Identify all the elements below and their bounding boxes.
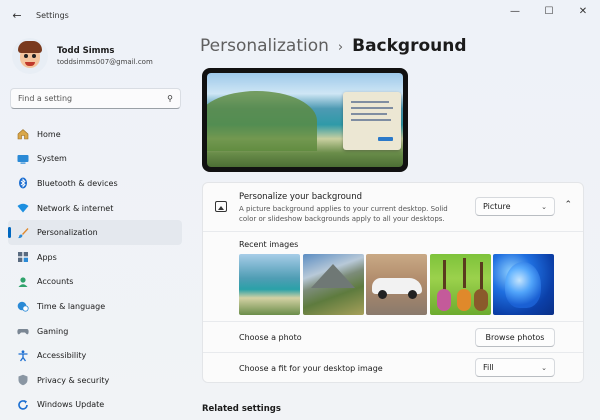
background-settings-card: Personalize your background A picture ba… <box>202 182 584 383</box>
sidebar-item-home[interactable]: Home <box>8 122 182 147</box>
user-profile[interactable]: Todd Simms toddsimms007@gmail.com <box>12 38 153 74</box>
sidebar-item-system[interactable]: System <box>8 147 182 172</box>
picture-icon <box>215 201 227 212</box>
sidebar-item-label: Home <box>37 129 61 139</box>
apps-icon <box>16 251 29 264</box>
background-type-select[interactable]: Picture ⌄ <box>475 197 555 216</box>
sidebar-item-privacy-security[interactable]: Privacy & security <box>8 368 182 393</box>
gamepad-icon <box>16 325 29 338</box>
fit-select[interactable]: Fill ⌄ <box>475 358 555 377</box>
sidebar-item-personalization[interactable]: Personalization <box>8 220 182 245</box>
accounts-icon <box>16 275 29 288</box>
white-sports-car-image[interactable] <box>366 254 427 315</box>
sidebar-item-accessibility[interactable]: Accessibility <box>8 343 182 368</box>
sidebar-item-bluetooth[interactable]: Bluetooth & devices <box>8 171 182 196</box>
app-title: Settings <box>36 10 69 20</box>
shield-icon <box>16 374 29 387</box>
back-button[interactable]: ← <box>4 2 30 28</box>
sidebar-item-label: Accounts <box>37 277 74 287</box>
title-bar: ← Settings — ☐ ✕ <box>0 0 600 30</box>
sidebar-item-label: Accessibility <box>37 351 87 361</box>
globe-clock-icon <box>16 300 29 313</box>
recent-images-row: Recent images <box>203 231 583 321</box>
profile-name: Todd Simms <box>57 46 115 56</box>
wallpaper-preview-image <box>207 73 403 167</box>
search-box[interactable]: ⚲ <box>10 88 181 109</box>
main-content: Personalization › Background Personalize… <box>200 30 590 420</box>
chevron-down-icon: ⌄ <box>541 363 547 372</box>
minimize-button[interactable]: — <box>498 0 532 22</box>
avatar <box>12 38 48 74</box>
home-icon <box>16 128 29 141</box>
choose-photo-label: Choose a photo <box>239 333 302 342</box>
desktop-fit-row: Choose a fit for your desktop image Fill… <box>203 352 583 382</box>
fit-value: Fill <box>483 363 494 372</box>
search-input[interactable] <box>18 94 168 103</box>
preview-window-mock <box>343 92 401 150</box>
blue-bloom-image[interactable] <box>493 254 554 315</box>
personalize-background-row: Personalize your background A picture ba… <box>203 183 583 231</box>
beach-bay-image[interactable] <box>239 254 300 315</box>
back-arrow-icon: ← <box>12 8 22 22</box>
chevron-up-icon[interactable]: ⌃ <box>564 200 572 210</box>
sidebar-item-accounts[interactable]: Accounts <box>8 270 182 295</box>
profile-email: toddsimms007@gmail.com <box>57 58 153 66</box>
breadcrumb-separator: › <box>337 40 344 55</box>
close-button[interactable]: ✕ <box>566 0 600 22</box>
bluetooth-icon <box>16 177 29 190</box>
sidebar-item-label: System <box>37 154 67 164</box>
sidebar-item-windows-update[interactable]: Windows Update <box>8 393 182 418</box>
settings-window: ← Settings — ☐ ✕ Todd Simms toddsimms007… <box>0 0 600 420</box>
maximize-button[interactable]: ☐ <box>532 0 566 22</box>
background-type-value: Picture <box>483 202 511 211</box>
search-icon[interactable]: ⚲ <box>167 94 173 103</box>
wifi-icon <box>16 202 29 215</box>
sidebar-item-label: Network & internet <box>37 203 114 213</box>
sidebar-item-label: Privacy & security <box>37 375 110 385</box>
sidebar: Todd Simms toddsimms007@gmail.com ⚲ Home… <box>0 30 190 420</box>
personalize-background-title: Personalize your background <box>239 192 362 202</box>
browse-photos-button[interactable]: Browse photos <box>475 328 555 347</box>
sidebar-item-network[interactable]: Network & internet <box>8 196 182 221</box>
brush-icon <box>16 226 29 239</box>
recent-images-list <box>239 254 557 315</box>
window-controls: — ☐ ✕ <box>498 0 600 22</box>
system-icon <box>16 152 29 165</box>
sidebar-item-label: Bluetooth & devices <box>37 178 118 188</box>
sidebar-item-label: Apps <box>37 252 57 262</box>
sidebar-item-gaming[interactable]: Gaming <box>8 319 182 344</box>
breadcrumb: Personalization › Background <box>200 36 467 56</box>
guitars-image[interactable] <box>429 254 491 315</box>
sidebar-item-label: Gaming <box>37 326 69 336</box>
fit-label: Choose a fit for your desktop image <box>239 364 383 373</box>
sidebar-item-label: Personalization <box>37 228 98 238</box>
breadcrumb-parent[interactable]: Personalization <box>200 36 329 56</box>
sidebar-item-label: Windows Update <box>37 400 105 410</box>
page-title: Background <box>352 36 467 56</box>
chevron-down-icon: ⌄ <box>541 202 547 211</box>
sidebar-item-time-language[interactable]: Time & language <box>8 294 182 319</box>
accessibility-icon <box>16 349 29 362</box>
sidebar-item-label: Time & language <box>37 301 106 311</box>
personalize-background-description: A picture background applies to your cur… <box>239 205 448 223</box>
mountain-valley-image[interactable] <box>302 254 364 315</box>
update-icon <box>16 398 29 411</box>
recent-images-label: Recent images <box>239 240 299 249</box>
related-settings-heading: Related settings <box>202 404 281 414</box>
desktop-preview <box>202 68 408 172</box>
choose-photo-row: Choose a photo Browse photos <box>203 321 583 352</box>
sidebar-item-apps[interactable]: Apps <box>8 245 182 270</box>
nav-list: Home System Bluetooth & devices Network … <box>8 122 182 417</box>
